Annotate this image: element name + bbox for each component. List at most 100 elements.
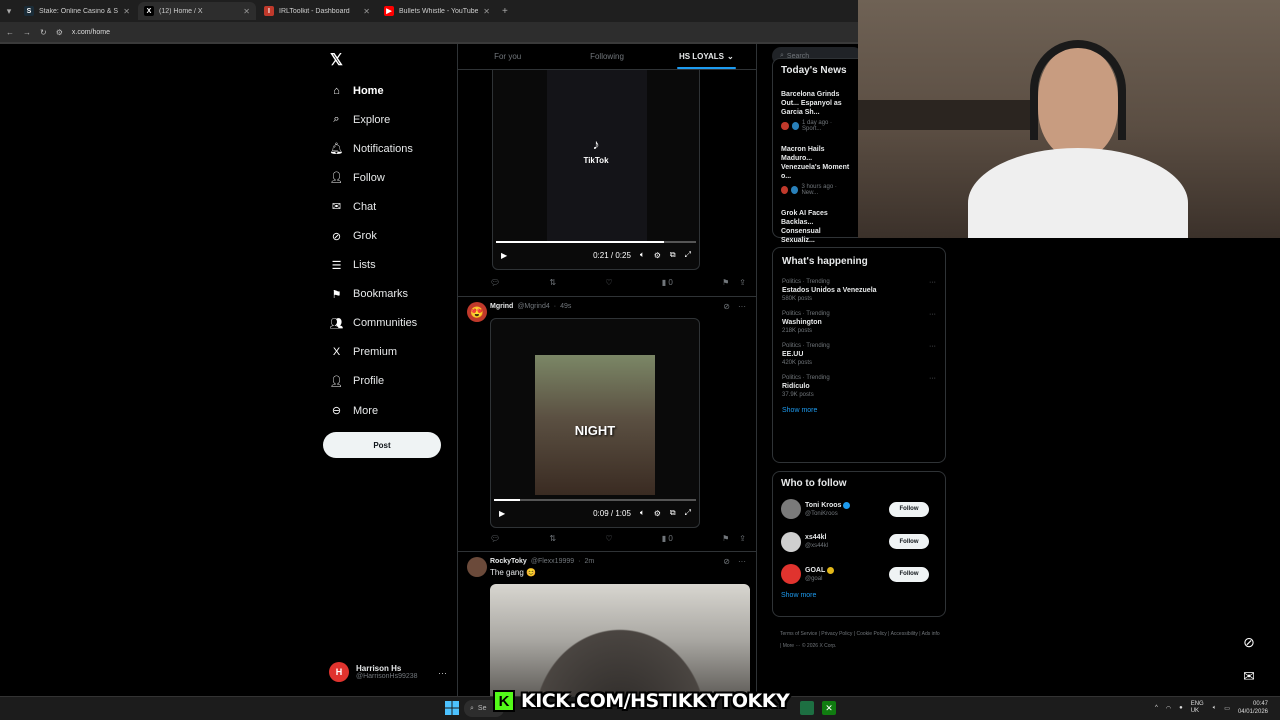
more-icon[interactable]: ··· [929,279,936,286]
settings-icon[interactable]: ⚙ [654,251,661,260]
grok-float-icon[interactable]: ⊘ [1237,630,1261,654]
windows-start-icon[interactable] [445,701,459,715]
account-switcher[interactable]: H Harrison Hs @HarrisonHs99238 [329,662,418,682]
x-logo-icon[interactable]: 𝕏 [330,50,343,70]
reply-icon[interactable]: 💬︎ [490,534,500,543]
battery-icon[interactable]: ▭ [1224,705,1230,712]
language-indicator[interactable]: ENG UK [1191,701,1205,715]
grok-icon[interactable]: ⊘ [723,557,730,566]
browser-tab[interactable]: ▶ Bullets Whistle - YouTube ✕ [378,2,496,20]
speaker-icon[interactable]: 🔈︎ [1213,705,1217,712]
repost-icon[interactable]: ⇅ [549,278,556,287]
new-tab-plus-icon[interactable]: + [498,6,508,17]
follow-suggestion[interactable]: GOAL @goal Follow [781,558,937,591]
browser-tab[interactable]: I IRLToolkit - Dashboard ✕ [258,2,376,20]
nav-item-home[interactable]: ⌂ Home [330,76,417,105]
volume-icon[interactable]: 🔈︎ [640,508,645,518]
nav-item-more[interactable]: ⊖ More [330,396,417,425]
follow-button[interactable]: Follow [889,534,929,550]
tab-close-icon[interactable]: ✕ [123,7,130,16]
video-player-2[interactable]: NIGHT ▶ 0:09 / 1:05 🔈︎ ⚙ ⧉ ⤢ [490,318,700,528]
like-icon[interactable]: ♡ [605,534,612,543]
fullscreen-icon[interactable]: ⤢ [685,508,691,518]
more-icon[interactable]: ··· [929,343,936,350]
follow-button[interactable]: Follow [889,501,929,517]
settings-icon[interactable]: ⚙ [654,509,661,518]
trend-item[interactable]: Politics · Trending Estados Unidos a Vene… [782,279,936,302]
share-icon[interactable]: ⇪ [739,534,746,543]
mic-icon[interactable]: ● [1179,705,1183,711]
views-icon[interactable]: ▮ 0 [662,534,673,543]
pip-icon[interactable]: ⧉ [670,508,676,518]
wifi-icon[interactable]: ◠ [1166,705,1171,712]
footer-links[interactable]: Terms of Service | Privacy Policy | Cook… [780,628,940,652]
post-button[interactable]: Post [323,432,441,458]
more-icon[interactable]: ··· [738,302,746,311]
tweet-avatar-2[interactable]: 😍 [467,302,487,322]
nav-item-premium[interactable]: X Premium [330,338,417,367]
trend-item[interactable]: Politics · Trending Ridículo 37.9K posts ··… [782,375,936,398]
tweet-avatar-3[interactable] [467,557,487,577]
follow-button[interactable]: Follow [889,566,929,582]
timeline[interactable]: For you Following HS LOYALS ⌄ ♪ TikTok ▶ … [457,44,757,720]
fullscreen-icon[interactable]: ⤢ [685,250,691,260]
tab-following[interactable]: Following [557,44,656,69]
tweet-author-3[interactable]: RockyToky [490,558,527,565]
back-arrow-icon[interactable]: ← [6,28,14,37]
news-item[interactable]: Macron Hails Maduro... Venezuela's Momen… [781,145,850,196]
browser-tab[interactable]: S Stake: Online Casino & Sports ✕ [18,2,136,20]
browser-tab[interactable]: X (12) Home / X ✕ [138,2,256,20]
follow-suggestion[interactable]: xs44kl @xs44kl Follow [781,526,937,559]
more-icon[interactable]: ··· [929,311,936,318]
messages-float-icon[interactable]: ✉ [1237,664,1261,688]
account-more-icon[interactable]: ··· [438,668,447,678]
play-icon[interactable]: ▶ [501,251,507,260]
tweet-author-2[interactable]: Mgrind [490,303,513,310]
follow-suggestion[interactable]: Toni Kroos @ToniKroos Follow [781,493,937,526]
pip-icon[interactable]: ⧉ [670,250,676,260]
tab-hs-loyals[interactable]: HS LOYALS ⌄ [657,44,756,69]
bookmark-icon[interactable]: ⚑ [722,278,729,287]
news-item[interactable]: Barcelona Grinds Out... Espanyol as Garc… [781,90,850,132]
reply-icon[interactable]: 💬︎ [490,278,500,287]
grok-icon[interactable]: ⊘ [723,302,730,311]
nav-item-grok[interactable]: ⊘ Grok [330,221,417,250]
like-icon[interactable]: ♡ [605,278,612,287]
views-icon[interactable]: ▮ 0 [662,278,673,287]
nav-item-communities[interactable]: 👥︎ Communities [330,309,418,338]
excel-app-icon[interactable] [800,701,814,715]
nav-item-follow[interactable]: 👤︎ Follow [330,163,417,192]
nav-item-profile[interactable]: 👤︎ Profile [330,367,417,396]
url-field[interactable]: x.com/home [72,29,110,36]
nav-item-lists[interactable]: ☰ Lists [330,251,417,280]
tweet-time-3[interactable]: 2m [584,558,594,565]
trend-item[interactable]: Politics · Trending EE.UU 420K posts ··· [782,343,936,366]
nav-item-explore[interactable]: ⌕ Explore [330,105,417,134]
tweet-handle-2[interactable]: @Mgrind4 [517,303,549,310]
tray-chevron-icon[interactable]: ^ [1155,705,1158,711]
tab-for-you[interactable]: For you [458,44,557,69]
bookmark-icon[interactable]: ⚑ [722,534,729,543]
more-icon[interactable]: ··· [738,557,746,566]
nav-item-notifications[interactable]: 🔔︎ Notifications [330,134,417,163]
forward-arrow-icon[interactable]: → [23,28,31,37]
video-player-1[interactable]: ♪ TikTok ▶ 0:21 / 0:25 🔈︎ ⚙ ⧉ ⤢ [492,70,700,270]
tab-close-icon[interactable]: ✕ [363,7,370,16]
site-info-icon[interactable]: ⚙ [56,28,63,37]
nav-item-chat[interactable]: ✉ Chat [330,192,417,221]
share-icon[interactable]: ⇪ [739,278,746,287]
tweet-handle-3[interactable]: @Flexx19999 [531,558,574,565]
volume-icon[interactable]: 🔈︎ [640,250,645,260]
reload-icon[interactable]: ↻ [40,28,47,37]
tab-list-chevron-icon[interactable]: ▾ [0,6,18,17]
show-more-follow[interactable]: Show more [781,592,937,599]
nav-item-bookmarks[interactable]: ⚑ Bookmarks [330,280,417,309]
tab-close-icon[interactable]: ✕ [243,7,250,16]
clock[interactable]: 00:47 04/01/2026 [1238,700,1268,716]
more-icon[interactable]: ··· [929,375,936,382]
repost-icon[interactable]: ⇅ [549,534,556,543]
tweet-time-2[interactable]: 49s [560,303,571,310]
trend-item[interactable]: Politics · Trending Washington 218K posts ·… [782,311,936,334]
play-icon[interactable]: ▶ [499,509,505,518]
xbox-app-icon[interactable]: ✕ [822,701,836,715]
